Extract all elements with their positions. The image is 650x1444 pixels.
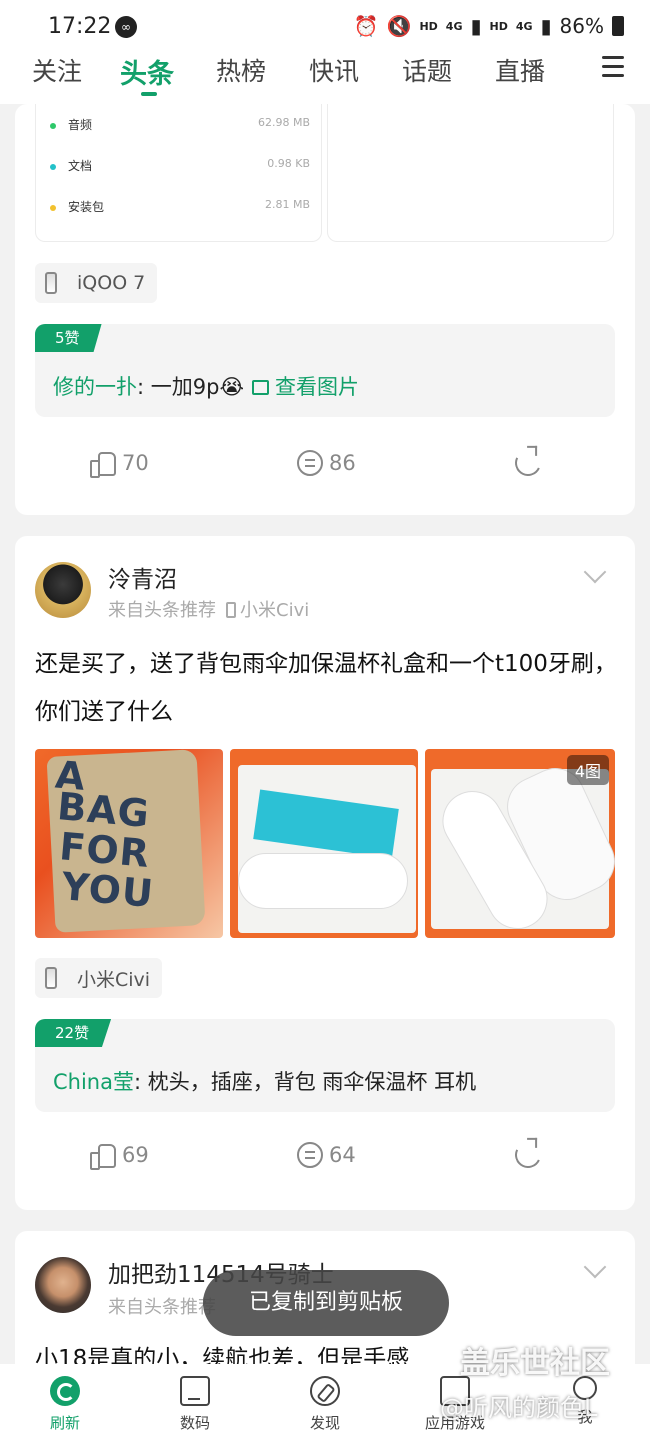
image-count-badge: 4图: [566, 755, 609, 785]
watermark-user: @听风的颜色L: [440, 1394, 598, 1422]
like-count: 70: [122, 451, 149, 475]
thumbs-up-icon: [90, 1142, 116, 1170]
hot-comment-user[interactable]: China莹: [53, 1070, 134, 1094]
status-time: 17:22: [48, 14, 112, 39]
tab-follow[interactable]: 关注: [32, 52, 82, 88]
net-label-1: 4G: [445, 19, 463, 33]
share-button[interactable]: [511, 1138, 545, 1172]
tab-headlines[interactable]: 头条: [120, 52, 174, 91]
share-icon: [511, 1138, 545, 1172]
gallery-image-2[interactable]: [230, 749, 418, 938]
like-button[interactable]: 70: [90, 450, 149, 478]
tablet-icon: [180, 1376, 210, 1406]
active-tab-indicator: [141, 92, 157, 96]
phone-icon: [226, 602, 236, 618]
image-gallery: A BAG FOR YOU 4图: [35, 749, 615, 938]
device-tag-label: iQOO 7: [77, 272, 146, 294]
storage-row-apk: 安装包 2.81 MB: [50, 198, 310, 215]
hot-comment[interactable]: 22赞 China莹: 枕头，插座，背包 雨伞保温杯 耳机: [35, 1019, 615, 1112]
chevron-down-icon[interactable]: [583, 1255, 607, 1279]
storage-row-audio: 音频 62.98 MB: [50, 116, 310, 133]
gallery-image-3[interactable]: 4图: [425, 749, 615, 938]
infinity-icon: ∞: [115, 16, 137, 38]
phone-icon: [45, 967, 57, 989]
top-bar: 17:22 ∞ ⏰ 🔇 HD 4G ▮ HD 4G ▮ 86% 关注 头条 热榜…: [0, 0, 650, 104]
hd-label-1: HD: [419, 19, 438, 33]
storage-panel-right: [327, 104, 614, 242]
like-button[interactable]: 69: [90, 1142, 149, 1170]
signal-icon-1: ▮: [470, 14, 482, 38]
tab-hot-list[interactable]: 热榜: [216, 52, 266, 88]
post-actions: 70 86: [15, 446, 635, 490]
share-button[interactable]: [511, 446, 545, 480]
post-source: 来自头条推荐 小米Civi: [108, 600, 310, 621]
alarm-icon: ⏰: [353, 14, 379, 38]
hot-comment-user[interactable]: 修的一扑: [53, 375, 137, 399]
channel-tabs: 关注 头条 热榜 快讯 话题 直播: [0, 50, 650, 98]
apk-dot-icon: [50, 204, 56, 211]
chevron-down-icon[interactable]: [583, 560, 607, 584]
comment-button[interactable]: 86: [297, 450, 356, 476]
hot-comment-text: 修的一扑: 一加9p😭 查看图片: [53, 375, 359, 399]
bottom-nav-refresh[interactable]: 刷新: [20, 1376, 110, 1433]
post-card-1[interactable]: 音频 62.98 MB 文档 0.98 KB 安装包 2.81 MB iQOO …: [15, 104, 635, 515]
hot-comment[interactable]: 5赞 修的一扑: 一加9p😭 查看图片: [35, 324, 615, 417]
comment-button[interactable]: 64: [297, 1142, 356, 1168]
like-count: 69: [122, 1143, 149, 1167]
author-name[interactable]: 泠青沼: [108, 560, 177, 594]
docs-dot-icon: [50, 163, 56, 170]
post-source: 来自头条推荐: [108, 1297, 216, 1318]
status-right: ⏰ 🔇 HD 4G ▮ HD 4G ▮ 86%: [354, 14, 624, 38]
signal-icon-2: ▮: [540, 14, 552, 38]
post-content[interactable]: 还是买了，送了背包雨伞加保温杯礼盒和一个t100牙刷，你们送了什么: [35, 640, 620, 736]
watermark-brand: 盖乐世社区: [460, 1346, 610, 1381]
storage-screenshot[interactable]: 音频 62.98 MB 文档 0.98 KB 安装包 2.81 MB: [35, 104, 615, 242]
comment-count: 64: [329, 1143, 356, 1167]
hot-comment-likes-badge: 5赞: [35, 324, 102, 352]
tab-topics[interactable]: 话题: [402, 52, 452, 88]
device-tag-label: 小米Civi: [77, 968, 151, 991]
avatar[interactable]: [35, 1257, 91, 1313]
status-bar: 17:22 ∞ ⏰ 🔇 HD 4G ▮ HD 4G ▮ 86%: [0, 10, 650, 46]
hot-comment-likes-badge: 22赞: [35, 1019, 112, 1047]
battery-percent: 86%: [559, 14, 604, 38]
storage-panel-left: 音频 62.98 MB 文档 0.98 KB 安装包 2.81 MB: [35, 104, 322, 242]
avatar[interactable]: [35, 562, 91, 618]
thumbs-up-icon: [90, 450, 116, 478]
clipboard-toast: 已复制到剪贴板: [203, 1270, 449, 1336]
share-icon: [511, 446, 545, 480]
view-image-link[interactable]: 查看图片: [275, 375, 359, 399]
bottom-nav-discover[interactable]: 发现: [280, 1376, 370, 1433]
audio-dot-icon: [50, 122, 56, 129]
refresh-icon: [50, 1376, 80, 1406]
comment-count: 86: [329, 451, 356, 475]
bag-image: A BAG FOR YOU: [46, 749, 206, 933]
device-tag[interactable]: iQOO 7: [35, 263, 158, 303]
menu-icon[interactable]: [602, 56, 624, 83]
mute-icon: 🔇: [386, 14, 412, 38]
hot-comment-text: China莹: 枕头，插座，背包 雨伞保温杯 耳机: [53, 1070, 477, 1094]
battery-icon: [612, 16, 624, 36]
tab-news-flash[interactable]: 快讯: [309, 52, 359, 88]
phone-icon: [45, 272, 57, 294]
comment-icon: [297, 1142, 323, 1168]
storage-row-docs: 文档 0.98 KB: [50, 157, 310, 174]
post-actions: 69 64: [15, 1138, 635, 1182]
image-icon: [251, 380, 269, 395]
bottom-nav-digital[interactable]: 数码: [150, 1376, 240, 1433]
net-label-2: 4G: [515, 19, 533, 33]
compass-icon: [310, 1376, 340, 1406]
post-card-2[interactable]: 泠青沼 来自头条推荐 小米Civi 还是买了，送了背包雨伞加保温杯礼盒和一个t10…: [15, 536, 635, 1210]
gallery-image-1[interactable]: A BAG FOR YOU: [35, 749, 223, 938]
hd-label-2: HD: [489, 19, 508, 33]
tab-live[interactable]: 直播: [495, 52, 545, 88]
comment-icon: [297, 450, 323, 476]
device-tag[interactable]: 小米Civi: [35, 958, 163, 998]
